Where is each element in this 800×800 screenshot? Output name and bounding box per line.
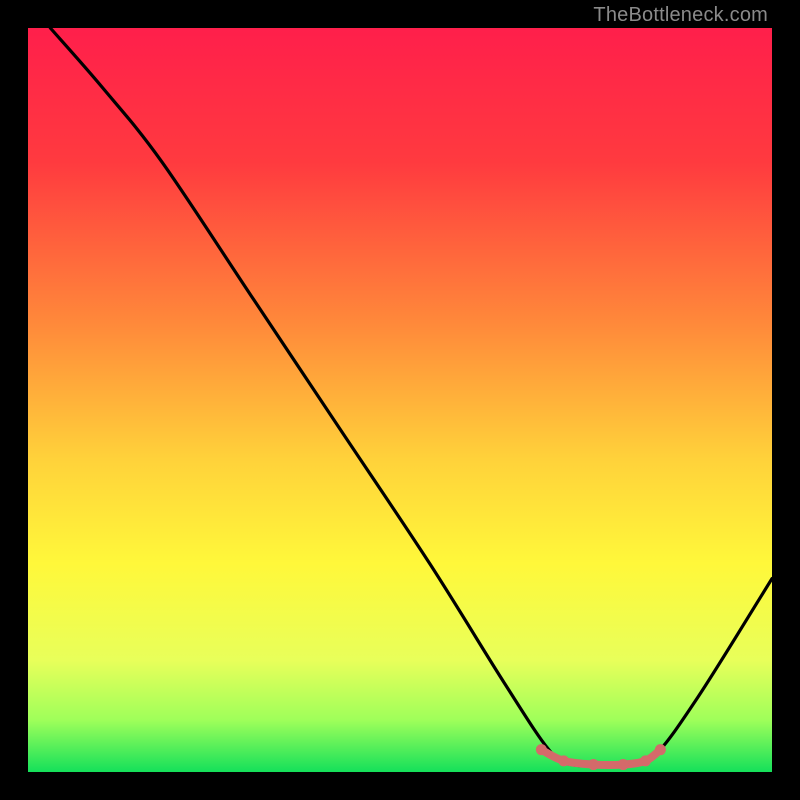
chart-frame — [28, 28, 772, 772]
bottleneck-chart — [28, 28, 772, 772]
gradient-background — [28, 28, 772, 772]
valley-dot — [558, 755, 569, 766]
watermark-text: TheBottleneck.com — [593, 4, 768, 27]
valley-dot — [655, 744, 666, 755]
valley-dot — [618, 759, 629, 770]
valley-dot — [588, 759, 599, 770]
valley-dot — [640, 755, 651, 766]
valley-dot — [536, 744, 547, 755]
